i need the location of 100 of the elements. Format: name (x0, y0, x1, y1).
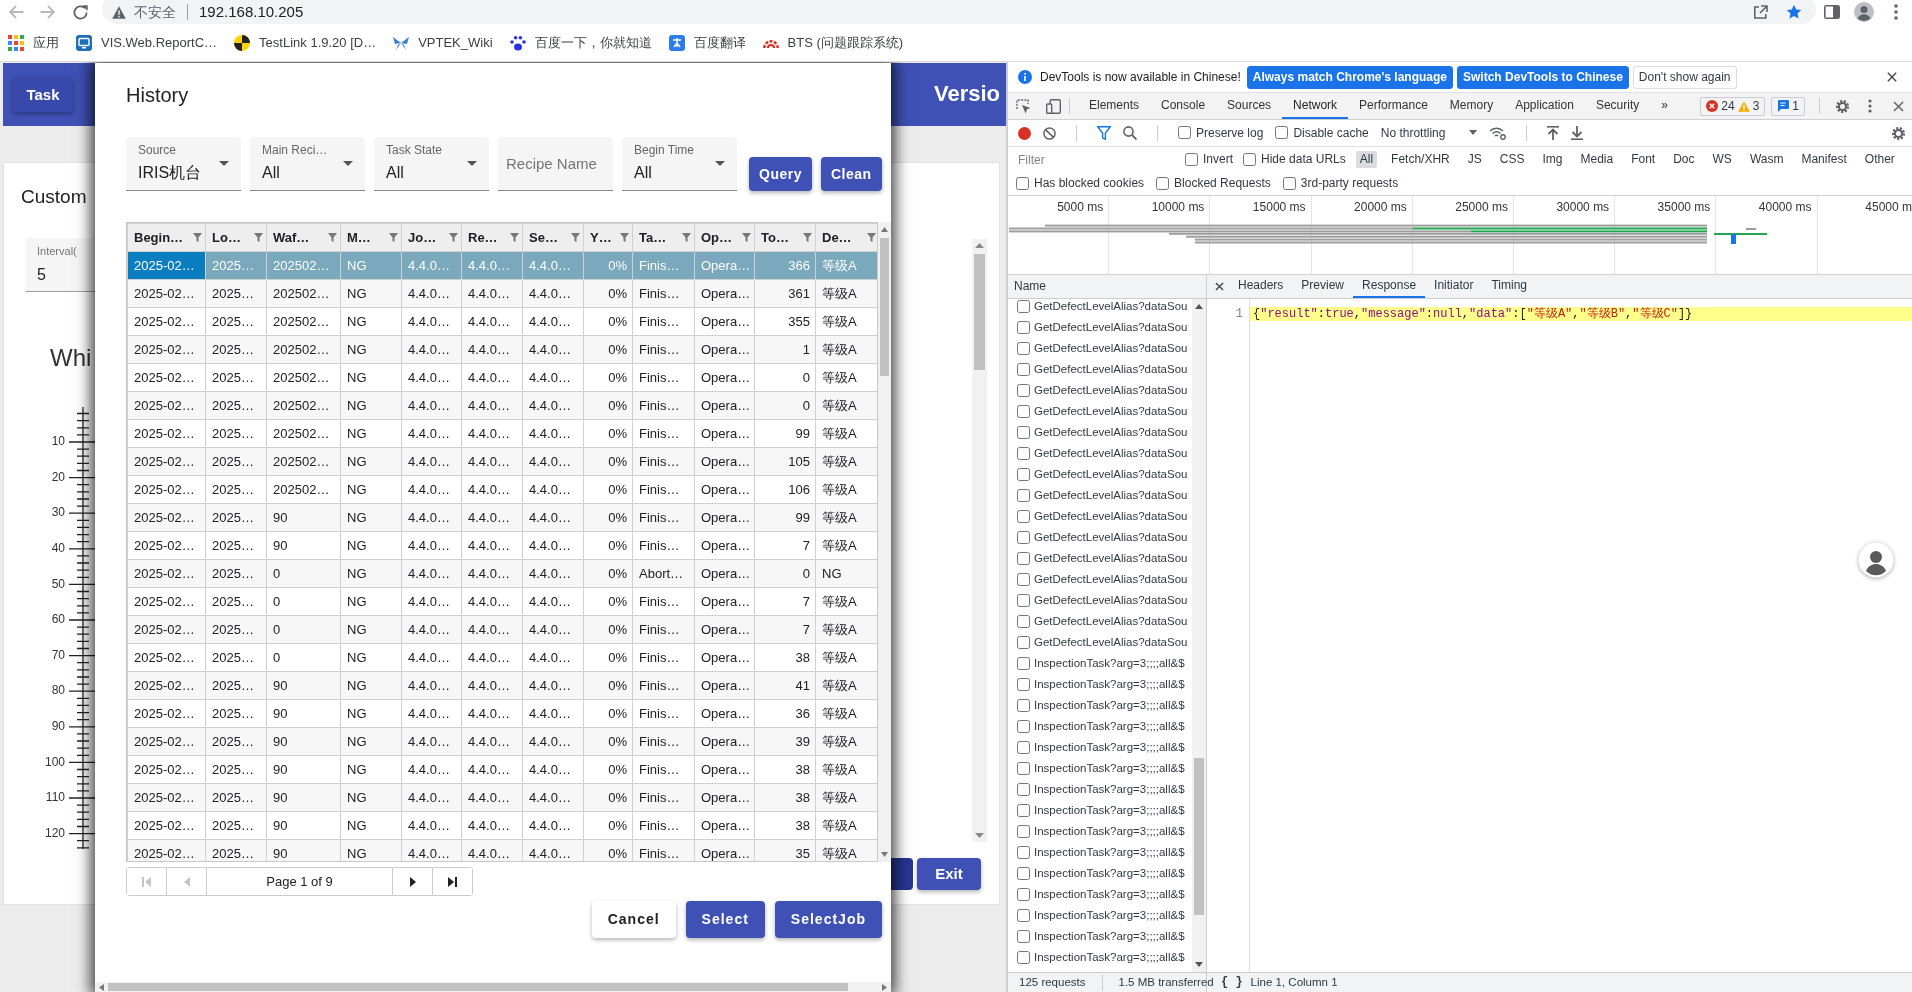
download-icon[interactable] (1571, 126, 1584, 140)
panel-tab[interactable]: Elements (1078, 93, 1151, 119)
table-row[interactable]: 2025-02… 2025… 202502… NG 4.4.0… 4.4.0… 4.4.0… 0% Finis… Opera… 0 等级A (127, 363, 877, 392)
option-label[interactable]: Has blocked cookies (1034, 176, 1145, 191)
checkbox[interactable] (1016, 177, 1029, 190)
messages-counter[interactable]: 1 (1771, 96, 1805, 116)
type-filter[interactable]: Other (1860, 151, 1899, 168)
checkbox[interactable] (1017, 825, 1030, 838)
request-name[interactable]: GetDefectLevelAlias?dataSou (1034, 341, 1188, 356)
scroll-down-icon[interactable] (1195, 962, 1203, 967)
request-name[interactable]: InspectionTask?arg=3;;;;all&$ (1034, 656, 1185, 671)
type-filter[interactable]: CSS (1495, 151, 1529, 168)
request-name[interactable]: GetDefectLevelAlias?dataSou (1034, 509, 1188, 524)
share-icon[interactable] (1753, 5, 1768, 19)
detail-tab[interactable]: Preview (1292, 275, 1354, 298)
bookmark-link[interactable]: VIS.Web.ReportC… (76, 34, 218, 51)
checkbox[interactable] (1017, 321, 1030, 334)
detail-tab[interactable]: Timing (1482, 275, 1536, 298)
checkbox[interactable] (1017, 720, 1030, 733)
scroll-up-icon[interactable] (1195, 304, 1203, 309)
request-name[interactable]: GetDefectLevelAlias?dataSou (1034, 446, 1188, 461)
checkbox[interactable] (1017, 573, 1030, 586)
request-name[interactable]: InspectionTask?arg=3;;;;all&$ (1034, 950, 1185, 965)
request-name[interactable]: GetDefectLevelAlias?dataSou (1034, 593, 1188, 608)
dropdown-field[interactable]: Begin Time All (622, 137, 737, 191)
scroll-right-icon[interactable] (882, 983, 887, 991)
filter-icon[interactable] (449, 233, 458, 242)
table-row[interactable]: 2025-02… 2025… 90 NG 4.4.0… 4.4.0… 4.4.0… 0% Finis… Opera… 38 等级A (127, 783, 877, 812)
cancel-button[interactable]: Cancel (591, 901, 676, 938)
checkbox[interactable] (1156, 177, 1170, 190)
bookmark-link[interactable]: VPTEK_Wiki (393, 34, 493, 51)
checkbox[interactable] (1017, 783, 1030, 796)
throttling-select[interactable]: No throttling (1380, 125, 1478, 141)
bookmark-link[interactable]: BTS (问题跟踪系统) (762, 34, 904, 51)
request-name[interactable]: InspectionTask?arg=3;;;;all&$ (1034, 845, 1185, 860)
option-label[interactable]: Disable cache (1293, 125, 1369, 141)
table-row[interactable]: 2025-02… 2025… 202502… NG 4.4.0… 4.4.0… 4.4.0… 0% Finis… Opera… 0 等级A (127, 391, 877, 420)
request-name[interactable]: InspectionTask?arg=3;;;;all&$ (1034, 824, 1185, 839)
clear-icon[interactable] (1043, 126, 1056, 140)
address-bar[interactable]: 不安全 192.168.10.205 (102, 0, 1816, 24)
query-button[interactable]: Query (749, 157, 812, 191)
checkbox[interactable] (1282, 177, 1296, 190)
table-row[interactable]: 2025-02… 2025… 90 NG 4.4.0… 4.4.0… 4.4.0… 0% Finis… Opera… 99 等级A (127, 503, 877, 532)
column-header[interactable]: Re… (461, 223, 523, 252)
side-panel-icon[interactable] (1824, 5, 1840, 19)
checkbox[interactable] (1017, 846, 1030, 859)
column-header[interactable]: To… (754, 223, 816, 252)
upload-icon[interactable] (1547, 126, 1560, 140)
type-filter[interactable]: Fetch/XHR (1387, 151, 1454, 168)
checkbox[interactable] (1017, 510, 1030, 523)
checkbox[interactable] (1017, 342, 1030, 355)
table-row[interactable]: 2025-02… 2025… 90 NG 4.4.0… 4.4.0… 4.4.0… 0% Finis… Opera… 36 等级A (127, 699, 877, 728)
checkbox[interactable] (1017, 762, 1030, 775)
column-header[interactable]: Y… (583, 223, 633, 252)
checkbox[interactable] (1017, 384, 1030, 397)
request-name[interactable]: InspectionTask?arg=3;;;;all&$ (1034, 677, 1185, 692)
panel-tab[interactable]: Application (1504, 93, 1585, 119)
checkbox[interactable] (1017, 657, 1030, 670)
record-icon[interactable] (1018, 126, 1031, 140)
type-filter[interactable]: WS (1708, 151, 1736, 168)
request-name[interactable]: InspectionTask?arg=3;;;;all&$ (1034, 803, 1185, 818)
search-icon[interactable] (1123, 126, 1137, 140)
exit-button[interactable]: Exit (917, 858, 981, 890)
checkbox[interactable] (1017, 468, 1030, 481)
close-icon[interactable] (1887, 72, 1897, 82)
interval-field[interactable]: Interval( 5 (26, 238, 96, 292)
panel-tab[interactable]: Security (1584, 93, 1651, 119)
request-name[interactable]: GetDefectLevelAlias?dataSou (1034, 572, 1188, 587)
detail-tab[interactable]: Initiator (1425, 275, 1483, 298)
checkbox[interactable] (1017, 951, 1030, 964)
profile-icon[interactable] (1854, 2, 1874, 22)
request-name[interactable]: GetDefectLevelAlias?dataSou (1034, 383, 1188, 398)
table-row[interactable]: 2025-02… 2025… 202502… NG 4.4.0… 4.4.0… 4.4.0… 0% Finis… Opera… 361 等级A (127, 279, 877, 308)
type-filter[interactable]: JS (1463, 151, 1486, 168)
request-name[interactable]: GetDefectLevelAlias?dataSou (1034, 614, 1188, 629)
column-header[interactable]: Lo… (205, 223, 267, 252)
filter-icon[interactable] (867, 233, 876, 242)
panel-tab[interactable]: Console (1150, 93, 1217, 119)
request-name[interactable]: GetDefectLevelAlias?dataSou (1034, 551, 1188, 566)
option-label[interactable]: Preserve log (1196, 125, 1264, 141)
scrollbar[interactable] (878, 222, 891, 862)
filter-icon[interactable] (742, 233, 751, 242)
type-filter[interactable]: Manifest (1797, 151, 1851, 168)
bookmark-link[interactable]: TestLink 1.9.20 [D… (234, 34, 377, 51)
checkbox[interactable] (1017, 930, 1030, 943)
column-header[interactable]: Jo… (401, 223, 462, 252)
filter-icon[interactable] (510, 233, 519, 242)
request-name[interactable]: InspectionTask?arg=3;;;;all&$ (1034, 782, 1185, 797)
infobar-button[interactable]: Switch DevTools to Chinese (1457, 65, 1629, 89)
checkbox[interactable] (1017, 531, 1030, 544)
scrollbar[interactable] (1192, 299, 1206, 972)
table-row[interactable]: 2025-02… 2025… 90 NG 4.4.0… 4.4.0… 4.4.0… 0% Finis… Opera… 39 等级A (127, 727, 877, 756)
checkbox[interactable] (1017, 426, 1030, 439)
checkbox[interactable] (1017, 447, 1030, 460)
table-row[interactable]: 2025-02… 2025… 0 NG 4.4.0… 4.4.0… 4.4.0… 0% Finis… Opera… 7 等级A (127, 615, 877, 644)
checkbox[interactable] (1017, 552, 1030, 565)
column-header[interactable]: Name (1008, 275, 1206, 299)
scroll-up-icon[interactable] (975, 243, 984, 248)
more-tabs-button[interactable]: » (1650, 93, 1679, 119)
request-name[interactable]: GetDefectLevelAlias?dataSou (1034, 635, 1188, 650)
